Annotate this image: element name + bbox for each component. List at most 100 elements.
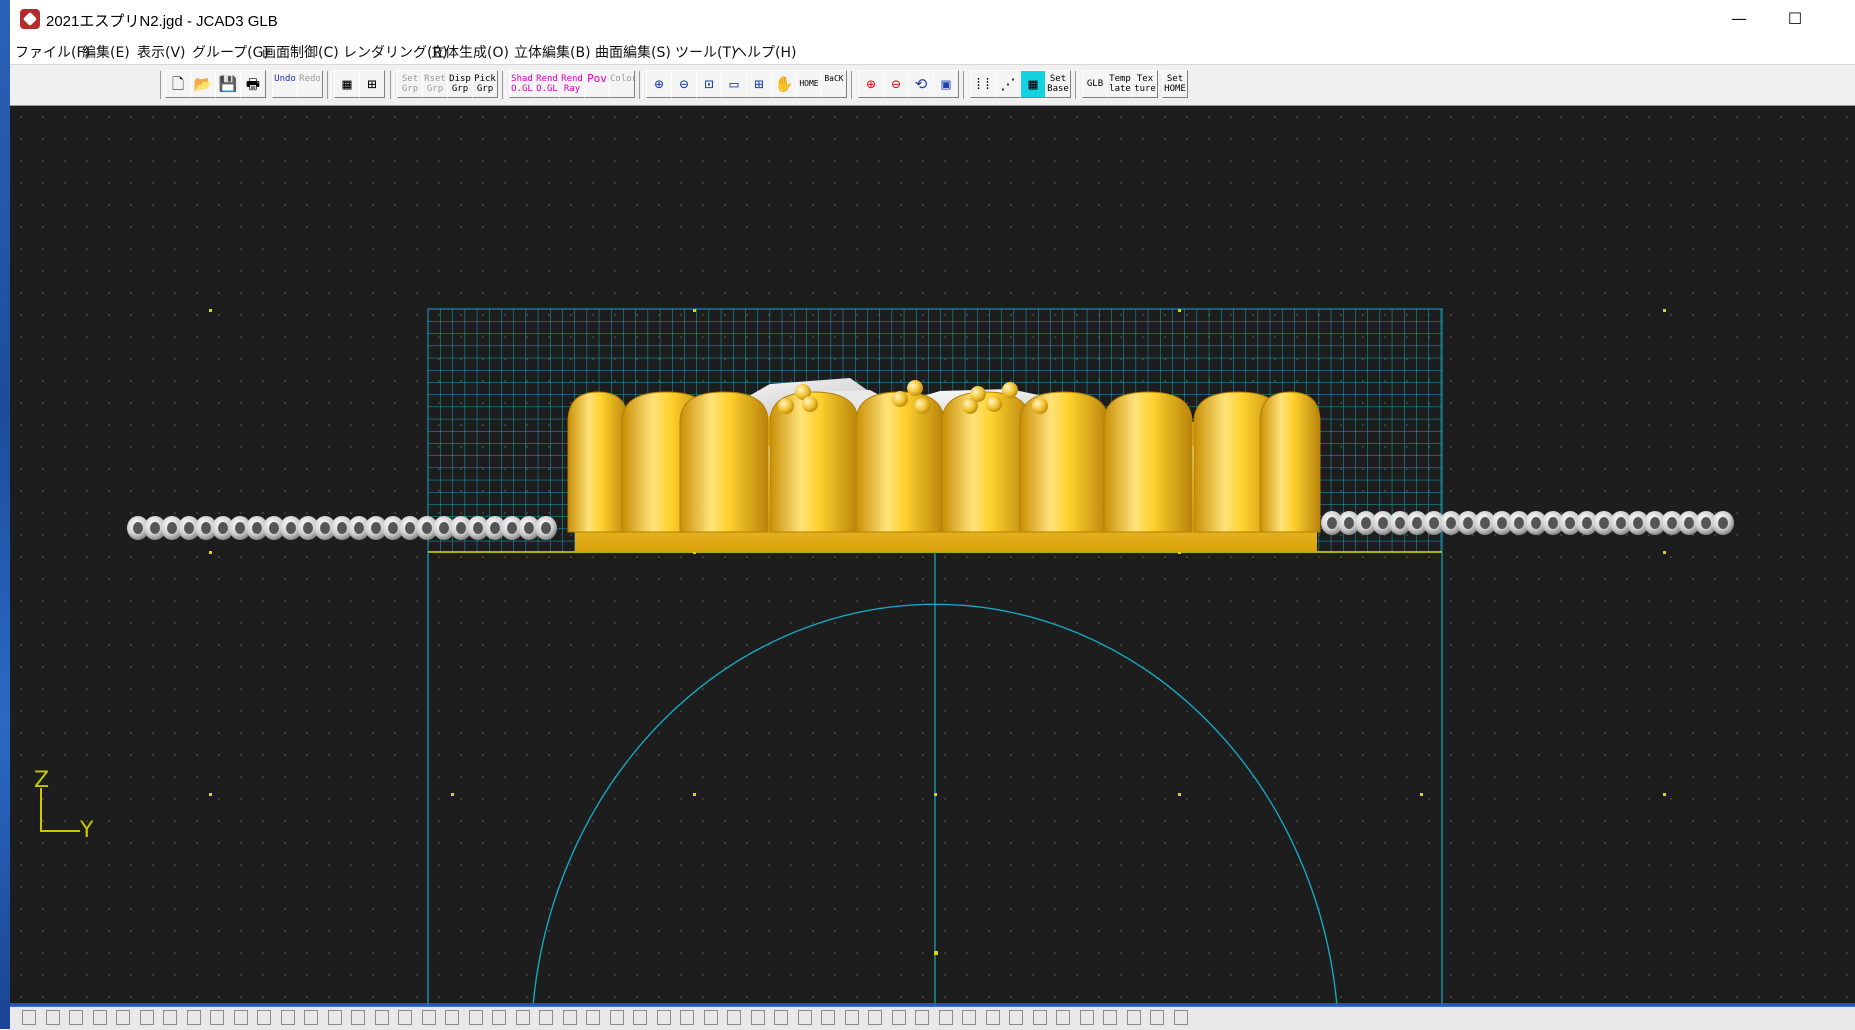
status-tool-icon[interactable] [1150,1010,1164,1025]
pov-button[interactable]: Pov [584,70,610,98]
glb-button[interactable]: GLB [1082,70,1108,98]
status-tool-icon[interactable] [609,1010,624,1025]
display-group-button[interactable]: Disp Grp [447,70,473,98]
set-base-button[interactable]: Set Base [1045,70,1071,98]
status-tool-icon[interactable] [45,1010,60,1025]
menu-solid-gen[interactable]: 立体生成(O) [431,42,509,62]
menu-view[interactable]: 表示(V) [137,42,186,62]
status-tool-icon[interactable] [1173,1010,1188,1025]
status-tool-icon[interactable] [844,1010,859,1025]
pick-group-button[interactable]: Pick Grp [472,70,498,98]
redo-button[interactable]: Redo [297,70,323,98]
grid-toggle-button[interactable]: ▦ [1020,70,1046,98]
status-tool-icon[interactable] [186,1010,201,1025]
menu-solid-edit[interactable]: 立体編集(B) [514,42,591,62]
print-button[interactable]: 🖶 [240,70,266,98]
frame-view-button[interactable]: ▣ [933,70,959,98]
status-tool-icon[interactable] [539,1010,553,1025]
status-tool-icon[interactable] [327,1010,342,1025]
set-group-button[interactable]: Set Grp [397,70,423,98]
zoom-out-button[interactable]: ⊖ [671,70,697,98]
status-tool-icon[interactable] [727,1010,741,1025]
pan-button[interactable]: ✋ [771,70,797,98]
shade-ogl-button[interactable]: Shad O.GL [509,70,535,98]
open-file-button[interactable]: 📂 [190,70,216,98]
status-tool-icon[interactable] [304,1010,318,1025]
3d-viewport[interactable]: Z Y [10,106,1855,1006]
status-tool-icon[interactable] [962,1010,976,1025]
menu-screen[interactable]: 画面制御(C) [262,42,339,62]
status-tool-icon[interactable] [515,1010,530,1025]
menu-tools[interactable]: ツール(T) [675,42,736,62]
status-tool-icon[interactable] [92,1010,107,1025]
zoom-fit-button[interactable]: ⊡ [696,70,722,98]
save-button[interactable]: 💾 [215,70,241,98]
status-tool-icon[interactable] [586,1010,600,1025]
zoom-window-button[interactable]: ▭ [721,70,747,98]
undo-button[interactable]: Undo [272,70,298,98]
status-tool-icon[interactable] [985,1010,1000,1025]
status-tool-icon[interactable] [1009,1010,1023,1025]
status-tool-icon[interactable] [797,1010,812,1025]
menu-surface-edit[interactable]: 曲面編集(S) [595,42,671,62]
status-tool-icon[interactable] [257,1010,271,1025]
texture-button[interactable]: Tex ture [1132,70,1158,98]
status-tool-icon[interactable] [398,1010,412,1025]
status-tool-icon[interactable] [633,1010,647,1025]
status-tool-icon[interactable] [821,1010,835,1025]
status-tool-icon[interactable] [139,1010,154,1025]
status-tool-icon[interactable] [1103,1010,1117,1025]
status-tool-icon[interactable] [915,1010,929,1025]
rotate-view-button[interactable]: ⟲ [908,70,934,98]
home-view-button[interactable]: HOME [796,70,822,98]
status-tool-icon[interactable] [163,1010,177,1025]
status-tool-icon[interactable] [1126,1010,1141,1025]
status-tool-icon[interactable] [562,1010,577,1025]
status-tool-icon[interactable] [351,1010,365,1025]
dot-grid-button[interactable]: ⁞⁞ [970,70,996,98]
menu-edit[interactable]: 編集(E) [82,42,130,62]
color-button[interactable]: Color [609,70,635,98]
snap-grid-button[interactable]: ⋰ [995,70,1021,98]
status-tool-icon[interactable] [421,1010,436,1025]
template-button[interactable]: Temp late [1107,70,1133,98]
menu-help[interactable]: ヘルプ(H) [733,42,796,62]
status-tool-icon[interactable] [938,1010,953,1025]
render-ogl-button[interactable]: Rend O.GL [534,70,560,98]
status-tool-icon[interactable] [1056,1010,1070,1025]
status-tool-icon[interactable] [750,1010,765,1025]
status-tool-icon[interactable] [1079,1010,1094,1025]
status-tool-icon[interactable] [492,1010,506,1025]
menu-file[interactable]: ファイル(F) [15,42,90,62]
status-tool-icon[interactable] [868,1010,882,1025]
zoom-in-red-button[interactable]: ⊕ [858,70,884,98]
menu-group[interactable]: グループ(G) [192,42,269,62]
status-tool-icon[interactable] [69,1010,83,1025]
status-tool-icon[interactable] [280,1010,295,1025]
reset-group-button[interactable]: Rset Grp [422,70,448,98]
zoom-out-red-button[interactable]: ⊖ [883,70,909,98]
zoom-area-button[interactable]: ⊞ [746,70,772,98]
grid-view-button[interactable]: ▦ [334,70,360,98]
zoom-in-button[interactable]: ⊕ [646,70,672,98]
render-ray-button[interactable]: Rend Ray [559,70,585,98]
status-tool-icon[interactable] [774,1010,788,1025]
status-tool-icon[interactable] [891,1010,906,1025]
back-view-button[interactable]: BaCK [821,70,847,98]
status-tool-icon[interactable] [1032,1010,1047,1025]
status-tool-icon[interactable] [374,1010,389,1025]
set-home-button[interactable]: Set HOME [1162,70,1188,98]
minimize-button[interactable]: — [1711,0,1767,38]
layout-view-button[interactable]: ⊞ [359,70,385,98]
maximize-button[interactable]: ☐ [1767,0,1823,38]
status-tool-icon[interactable] [210,1010,224,1025]
status-tool-icon[interactable] [656,1010,671,1025]
new-file-button[interactable]: 🗋 [165,70,191,98]
status-tool-icon[interactable] [703,1010,718,1025]
status-tool-icon[interactable] [116,1010,130,1025]
status-tool-icon[interactable] [468,1010,483,1025]
status-tool-icon[interactable] [22,1010,36,1025]
status-tool-icon[interactable] [233,1010,248,1025]
status-tool-icon[interactable] [445,1010,459,1025]
status-tool-icon[interactable] [680,1010,694,1025]
